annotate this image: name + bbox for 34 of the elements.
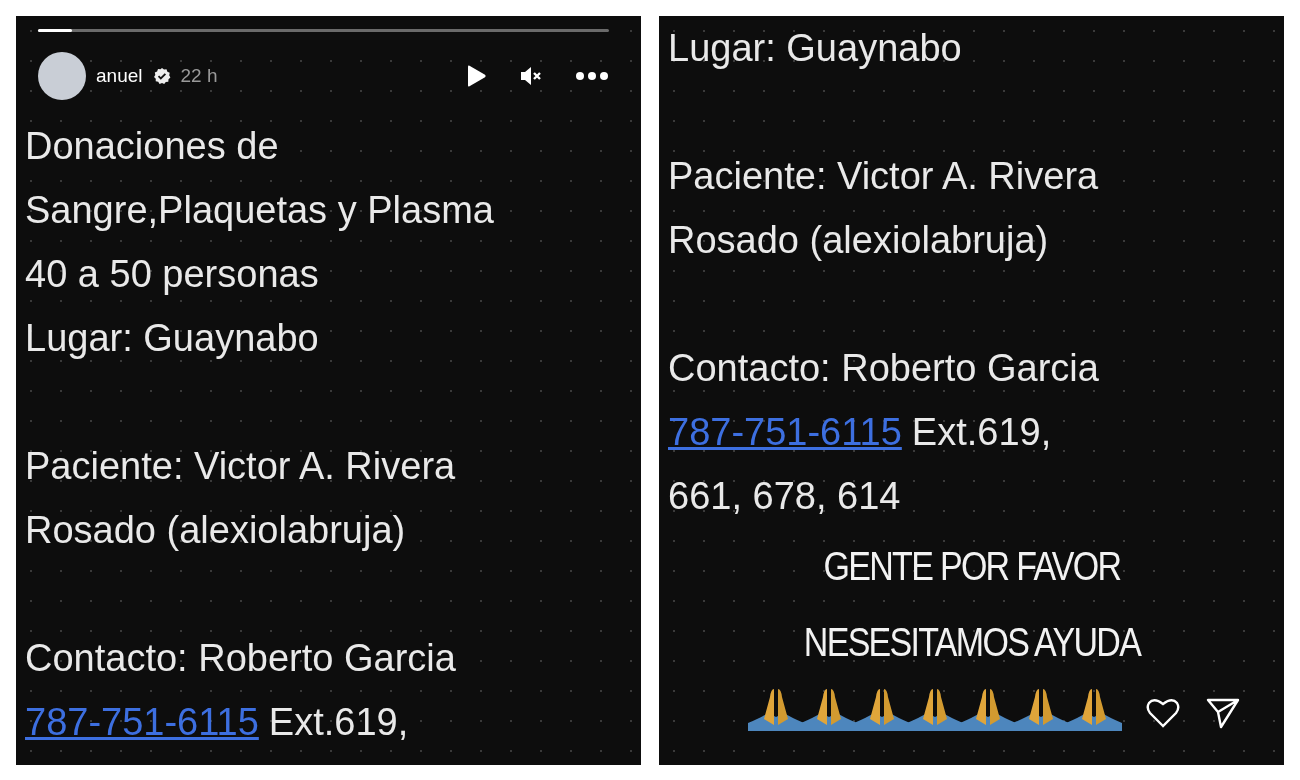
story-text: Ext.619, — [911, 410, 1052, 454]
play-icon[interactable] — [465, 64, 487, 88]
story-text: 40 a 50 personas — [25, 252, 319, 296]
phone-link[interactable]: 787-751-6115 — [668, 410, 902, 454]
story-text: Donaciones de — [25, 124, 279, 168]
praying-hands-icon — [907, 687, 963, 733]
caption-text: GENTE POR FAVOR — [823, 543, 1121, 589]
praying-hands-icon — [801, 687, 857, 733]
verified-badge-icon — [152, 67, 171, 85]
story-text: Lugar: Guaynabo — [25, 316, 319, 360]
praying-hands-icon — [960, 687, 1016, 733]
story-text: Contacto: Roberto Garcia — [668, 346, 1099, 390]
send-icon[interactable] — [1206, 697, 1240, 729]
story-text: Rosado (alexiolabruja) — [25, 508, 406, 552]
story-text: Contacto: Roberto Garcia — [25, 636, 456, 680]
story-text: Paciente: Victor A. Rivera — [668, 154, 1099, 198]
story-text: Ext.619, — [268, 700, 409, 744]
praying-hands-icon — [854, 687, 910, 733]
praying-hands-icon — [1066, 687, 1122, 733]
heart-icon[interactable] — [1146, 697, 1180, 729]
phone-link[interactable]: 787-751-6115 — [25, 700, 259, 744]
muted-speaker-icon[interactable] — [519, 64, 543, 88]
avatar[interactable] — [38, 52, 86, 100]
praying-hands-icon — [1013, 687, 1069, 733]
story-text: Lugar: Guaynabo — [668, 26, 962, 70]
story-text: 661, 678, 614 — [668, 474, 901, 518]
caption-text: NESESITAMOS AYUDA — [803, 619, 1141, 665]
praying-hands-icon — [748, 687, 804, 733]
username[interactable]: anuel — [96, 65, 143, 87]
post-time: 22 h — [180, 65, 218, 87]
story-text: Rosado (alexiolabruja) — [668, 218, 1049, 262]
story-text: Sangre,Plaquetas y Plasma — [25, 188, 494, 232]
story-text: Paciente: Victor A. Rivera — [25, 444, 456, 488]
more-options-icon[interactable] — [575, 71, 609, 81]
